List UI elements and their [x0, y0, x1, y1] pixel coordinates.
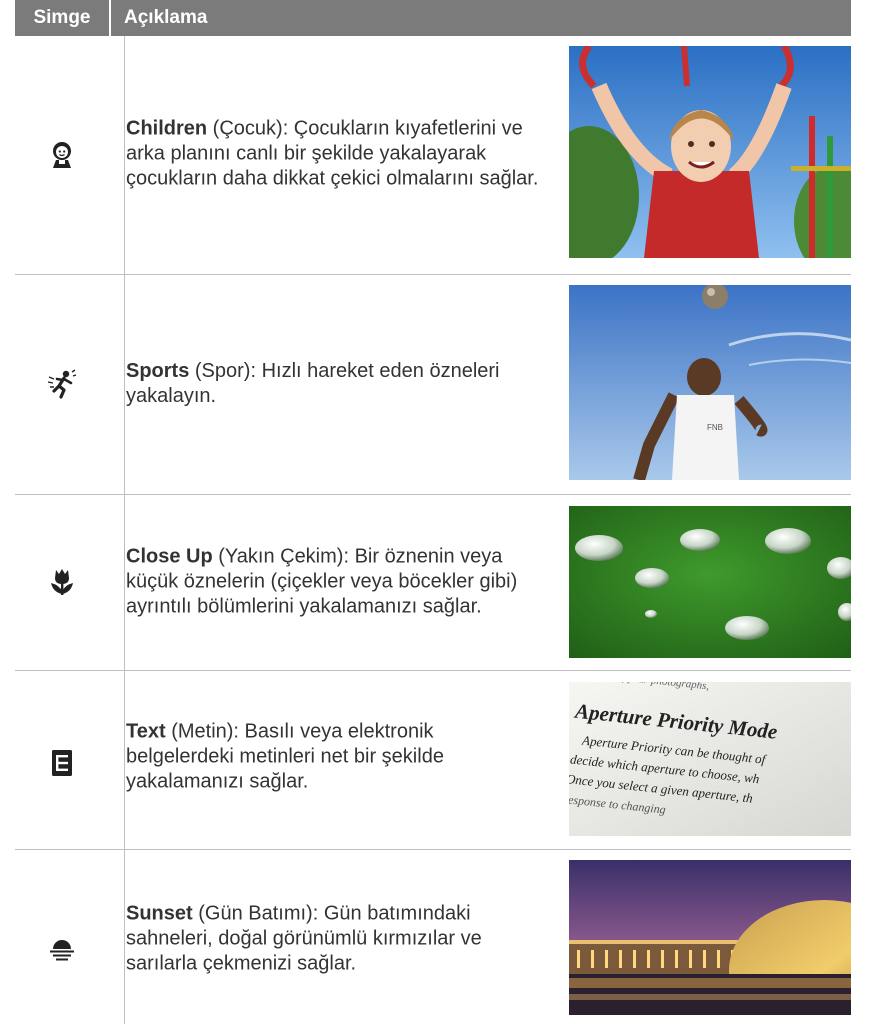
- sports-example-photo: FNB: [569, 285, 851, 480]
- header-divider: [109, 0, 111, 36]
- runner-icon: [47, 369, 77, 399]
- row-description: Sports (Spor): Hızlı hareket eden öznele…: [126, 359, 546, 409]
- header-description-column: Açıklama: [124, 7, 208, 28]
- sunset-icon: [47, 933, 77, 963]
- row-description: Close Up (Yakın Çekim): Bir öznenin veya…: [126, 545, 546, 620]
- mode-name: Children: [126, 117, 208, 140]
- mode-name: Sunset: [126, 902, 193, 925]
- table-row-sunset: Sunset (Gün Batımı): Gün batımındaki sah…: [15, 849, 851, 1024]
- row-description: Sunset (Gün Batımı): Gün batımındaki sah…: [126, 902, 546, 977]
- mode-name: Close Up: [126, 545, 213, 568]
- tulip-icon: [47, 567, 77, 597]
- table-header: Simge Açıklama: [15, 0, 851, 36]
- table-row-sports: Sports (Spor): Hızlı hareket eden öznele…: [15, 274, 851, 495]
- table-row-children: Children (Çocuk): Çocukların kıyafetleri…: [15, 36, 851, 275]
- row-description: Text (Metin): Basılı veya elektronik bel…: [126, 720, 546, 795]
- document-icon: [47, 748, 77, 778]
- table-row-close-up: Close Up (Yakın Çekim): Bir öznenin veya…: [15, 494, 851, 671]
- child-icon: [47, 140, 77, 170]
- mode-name: Text: [126, 720, 166, 743]
- sunset-example-photo: [569, 860, 851, 1015]
- header-icon-column: Simge: [33, 7, 91, 28]
- children-example-photo: [569, 46, 851, 258]
- text-example-photo: of your photographs, Aperture Priority M…: [569, 682, 851, 836]
- mode-description: (Metin): Basılı veya elektronik belgeler…: [126, 720, 444, 793]
- close-up-example-photo: [569, 506, 851, 658]
- table-row-text: Text (Metin): Basılı veya elektronik bel…: [15, 670, 851, 850]
- svg-text:FNB: FNB: [707, 423, 723, 432]
- row-description: Children (Çocuk): Çocukların kıyafetleri…: [126, 117, 546, 192]
- mode-name: Sports: [126, 360, 190, 382]
